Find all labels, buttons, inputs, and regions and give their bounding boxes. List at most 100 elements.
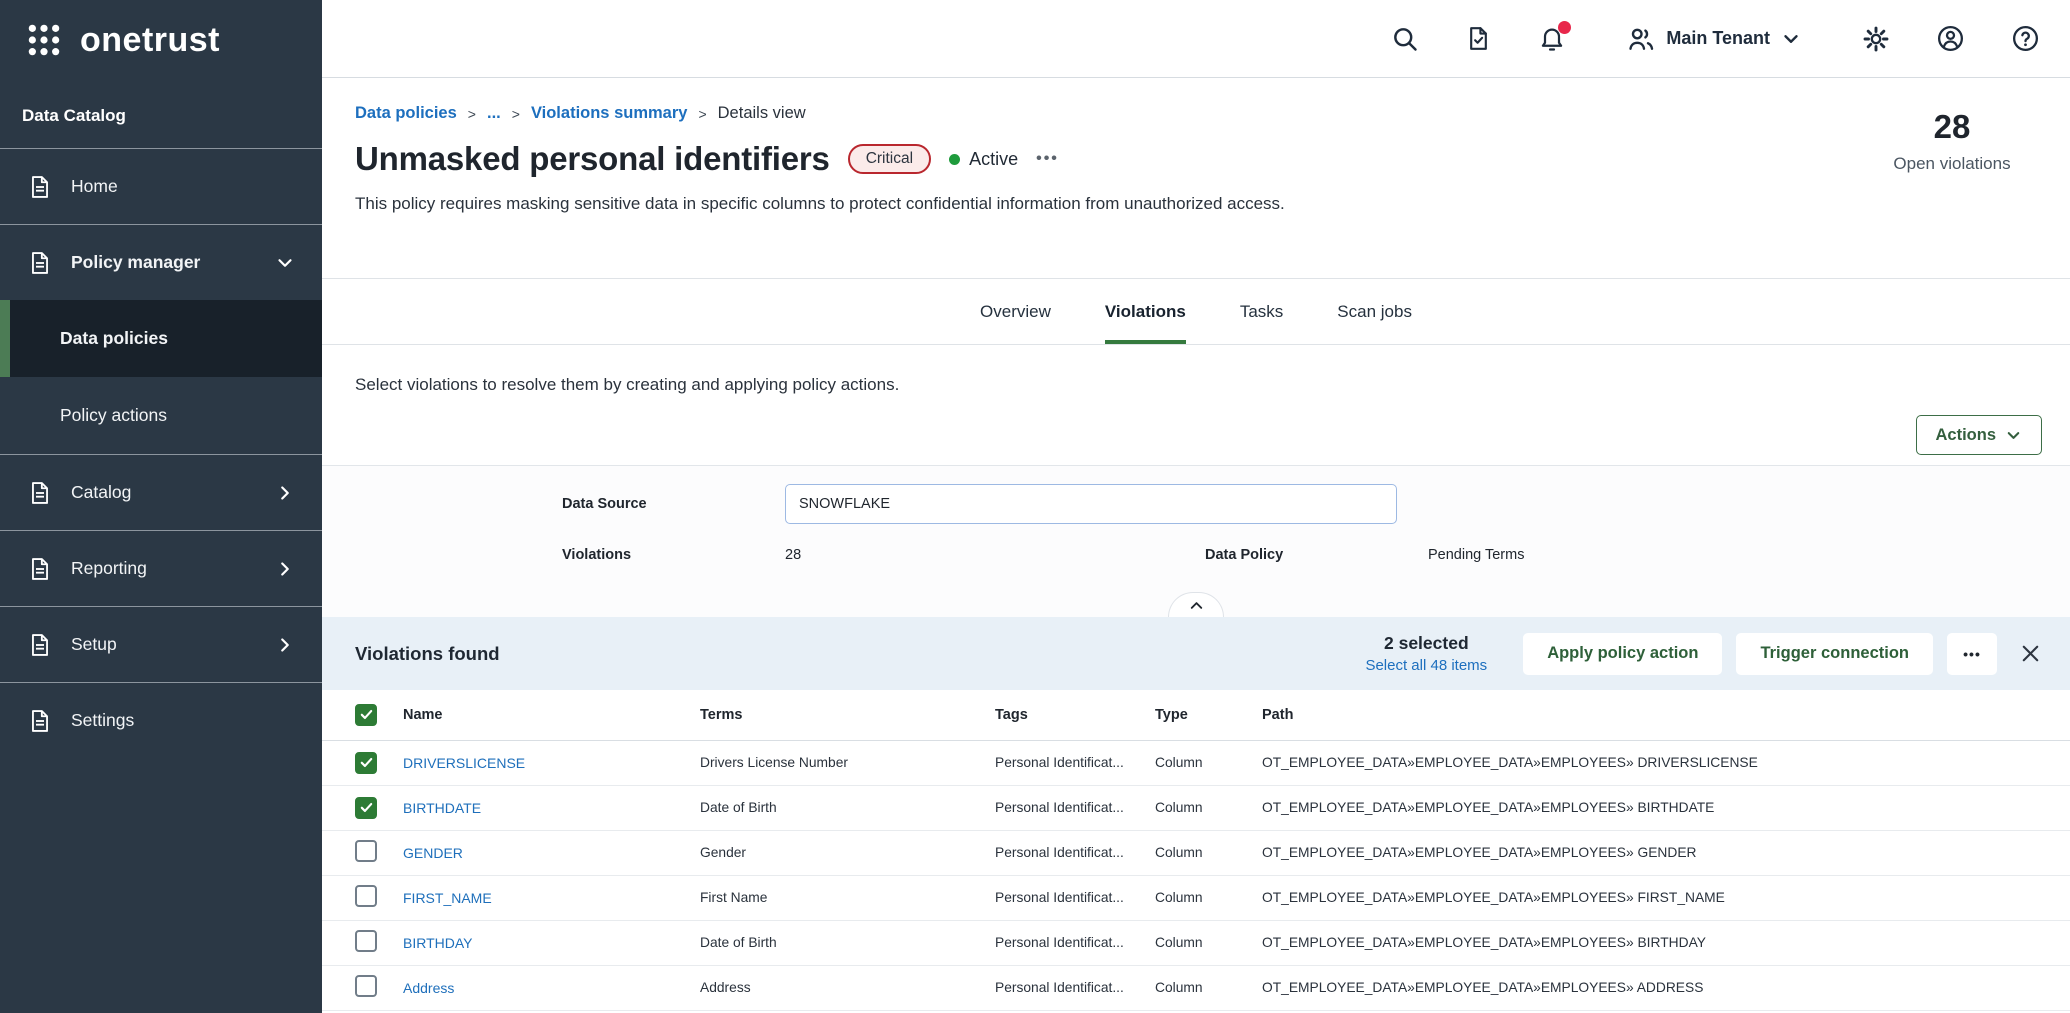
row-checkbox[interactable] [355, 797, 377, 819]
row-checkbox[interactable] [355, 752, 377, 774]
breadcrumb-violations-summary[interactable]: Violations summary [531, 104, 688, 123]
page-content: Data policies > ... > Violations summary… [322, 78, 2070, 1013]
row-checkbox[interactable] [355, 885, 377, 907]
type-cell: Column [1155, 965, 1262, 1010]
intro-section: Select violations to resolve them by cre… [322, 345, 2070, 465]
sidebar-item-label: Reporting [71, 558, 147, 579]
select-all-checkbox[interactable] [355, 704, 377, 726]
page-title: Unmasked personal identifiers [355, 140, 830, 178]
column-header-tags[interactable]: Tags [995, 690, 1155, 740]
violation-name-link[interactable]: FIRST_NAME [403, 890, 492, 906]
row-checkbox[interactable] [355, 975, 377, 997]
sidebar-item-label: Policy actions [60, 405, 167, 426]
actions-button[interactable]: Actions [1916, 415, 2042, 455]
data-source-input[interactable] [785, 484, 1397, 524]
column-header-name[interactable]: Name [403, 690, 700, 740]
tab-violations[interactable]: Violations [1105, 279, 1186, 344]
gear-icon[interactable] [1862, 25, 1890, 53]
chevron-down-icon [1780, 28, 1802, 50]
term-cell: First Name [700, 875, 995, 920]
row-checkbox[interactable] [355, 840, 377, 862]
path-cell: OT_EMPLOYEE_DATA»EMPLOYEE_DATA»EMPLOYEES… [1262, 875, 2070, 920]
trigger-connection-button[interactable]: Trigger connection [1736, 633, 1933, 675]
violation-name-link[interactable]: BIRTHDATE [403, 800, 481, 816]
tags-cell: Personal Identificat... [995, 965, 1155, 1010]
type-cell: Column [1155, 740, 1262, 785]
violation-name-link[interactable]: BIRTHDAY [403, 935, 473, 951]
tenant-switcher[interactable]: Main Tenant [1626, 24, 1802, 54]
notification-badge [1558, 21, 1571, 34]
breadcrumb-separator: > [698, 106, 706, 122]
data-policy-value: Pending Terms [1428, 547, 1524, 563]
sidebar-item-home[interactable]: Home [0, 149, 322, 224]
table-row: BIRTHDAY Date of Birth Personal Identifi… [322, 920, 2070, 965]
search-icon[interactable] [1391, 25, 1419, 53]
data-policy-label: Data Policy [1205, 547, 1428, 563]
sidebar-item-catalog[interactable]: Catalog [0, 455, 322, 530]
violation-name-link[interactable]: DRIVERSLICENSE [403, 755, 525, 771]
brand-header[interactable]: onetrust [0, 0, 322, 80]
path-cell: OT_EMPLOYEE_DATA»EMPLOYEE_DATA»EMPLOYEES… [1262, 740, 2070, 785]
column-header-path[interactable]: Path [1262, 690, 2070, 740]
type-cell: Column [1155, 830, 1262, 875]
column-header-terms[interactable]: Terms [700, 690, 995, 740]
violation-name-link[interactable]: GENDER [403, 845, 463, 861]
tab-tasks[interactable]: Tasks [1240, 279, 1283, 344]
violations-found-title: Violations found [355, 643, 1365, 665]
collapse-panel-button[interactable] [1168, 592, 1224, 617]
sidebar-item-label: Setup [71, 634, 117, 655]
row-checkbox[interactable] [355, 930, 377, 952]
path-cell: OT_EMPLOYEE_DATA»EMPLOYEE_DATA»EMPLOYEES… [1262, 785, 2070, 830]
sidebar-item-policy-manager[interactable]: Policy manager [0, 225, 322, 300]
waffle-grid-icon[interactable] [26, 22, 62, 58]
term-cell: Gender [700, 830, 995, 875]
close-icon[interactable] [2019, 642, 2042, 665]
chevron-right-icon [274, 558, 296, 580]
table-row: DRIVERSLICENSE Drivers License Number Pe… [322, 740, 2070, 785]
tags-cell: Personal Identificat... [995, 740, 1155, 785]
select-all-link[interactable]: Select all 48 items [1365, 657, 1487, 674]
more-options-icon[interactable]: ••• [1036, 150, 1059, 168]
sidebar-item-policy-actions[interactable]: Policy actions [0, 377, 322, 454]
selected-count: 2 selected [1365, 633, 1487, 654]
status-badge: Active [949, 149, 1018, 170]
page-description: This policy requires masking sensitive d… [355, 194, 2042, 214]
tab-overview[interactable]: Overview [980, 279, 1051, 344]
violation-name-link[interactable]: Address [403, 980, 454, 996]
violations-value: 28 [785, 547, 1205, 563]
people-icon [1626, 24, 1656, 54]
instruction-text: Select violations to resolve them by cre… [355, 375, 899, 395]
open-violations-label: Open violations [1862, 154, 2042, 174]
notifications-bell-icon[interactable] [1538, 25, 1566, 53]
sidebar-item-data-policies[interactable]: Data policies [0, 300, 322, 377]
document-icon [27, 708, 53, 734]
sidebar-item-label: Home [71, 176, 118, 197]
tags-cell: Personal Identificat... [995, 830, 1155, 875]
sidebar-item-setup[interactable]: Setup [0, 607, 322, 682]
selection-toolbar: Violations found 2 selected Select all 4… [322, 617, 2070, 690]
tags-cell: Personal Identificat... [995, 920, 1155, 965]
account-icon[interactable] [1936, 24, 1965, 53]
document-check-icon[interactable] [1465, 25, 1492, 52]
data-source-label: Data Source [562, 496, 785, 512]
term-cell: Date of Birth [700, 920, 995, 965]
help-icon[interactable] [2011, 24, 2040, 53]
breadcrumb-data-policies[interactable]: Data policies [355, 104, 457, 123]
table-row: Address Address Personal Identificat... … [322, 965, 2070, 1010]
breadcrumb-separator: > [468, 106, 476, 122]
apply-policy-action-button[interactable]: Apply policy action [1523, 633, 1722, 675]
more-actions-icon[interactable]: ••• [1947, 633, 1997, 675]
selection-summary: 2 selected Select all 48 items [1365, 633, 1487, 674]
table-row: BIRTHDATE Date of Birth Personal Identif… [322, 785, 2070, 830]
status-label: Active [969, 149, 1018, 170]
sidebar-item-reporting[interactable]: Reporting [0, 531, 322, 606]
violations-table: Name Terms Tags Type Path DRIVERSLICENSE… [322, 690, 2070, 1011]
data-source-row: Data Source [562, 484, 2042, 524]
column-header-type[interactable]: Type [1155, 690, 1262, 740]
breadcrumb-ellipsis[interactable]: ... [487, 104, 501, 123]
breadcrumb-current: Details view [718, 104, 806, 123]
breadcrumb-separator: > [512, 106, 520, 122]
tab-scan-jobs[interactable]: Scan jobs [1337, 279, 1412, 344]
main-area: Main Tenant [322, 0, 2070, 1013]
sidebar-item-settings[interactable]: Settings [0, 683, 322, 758]
